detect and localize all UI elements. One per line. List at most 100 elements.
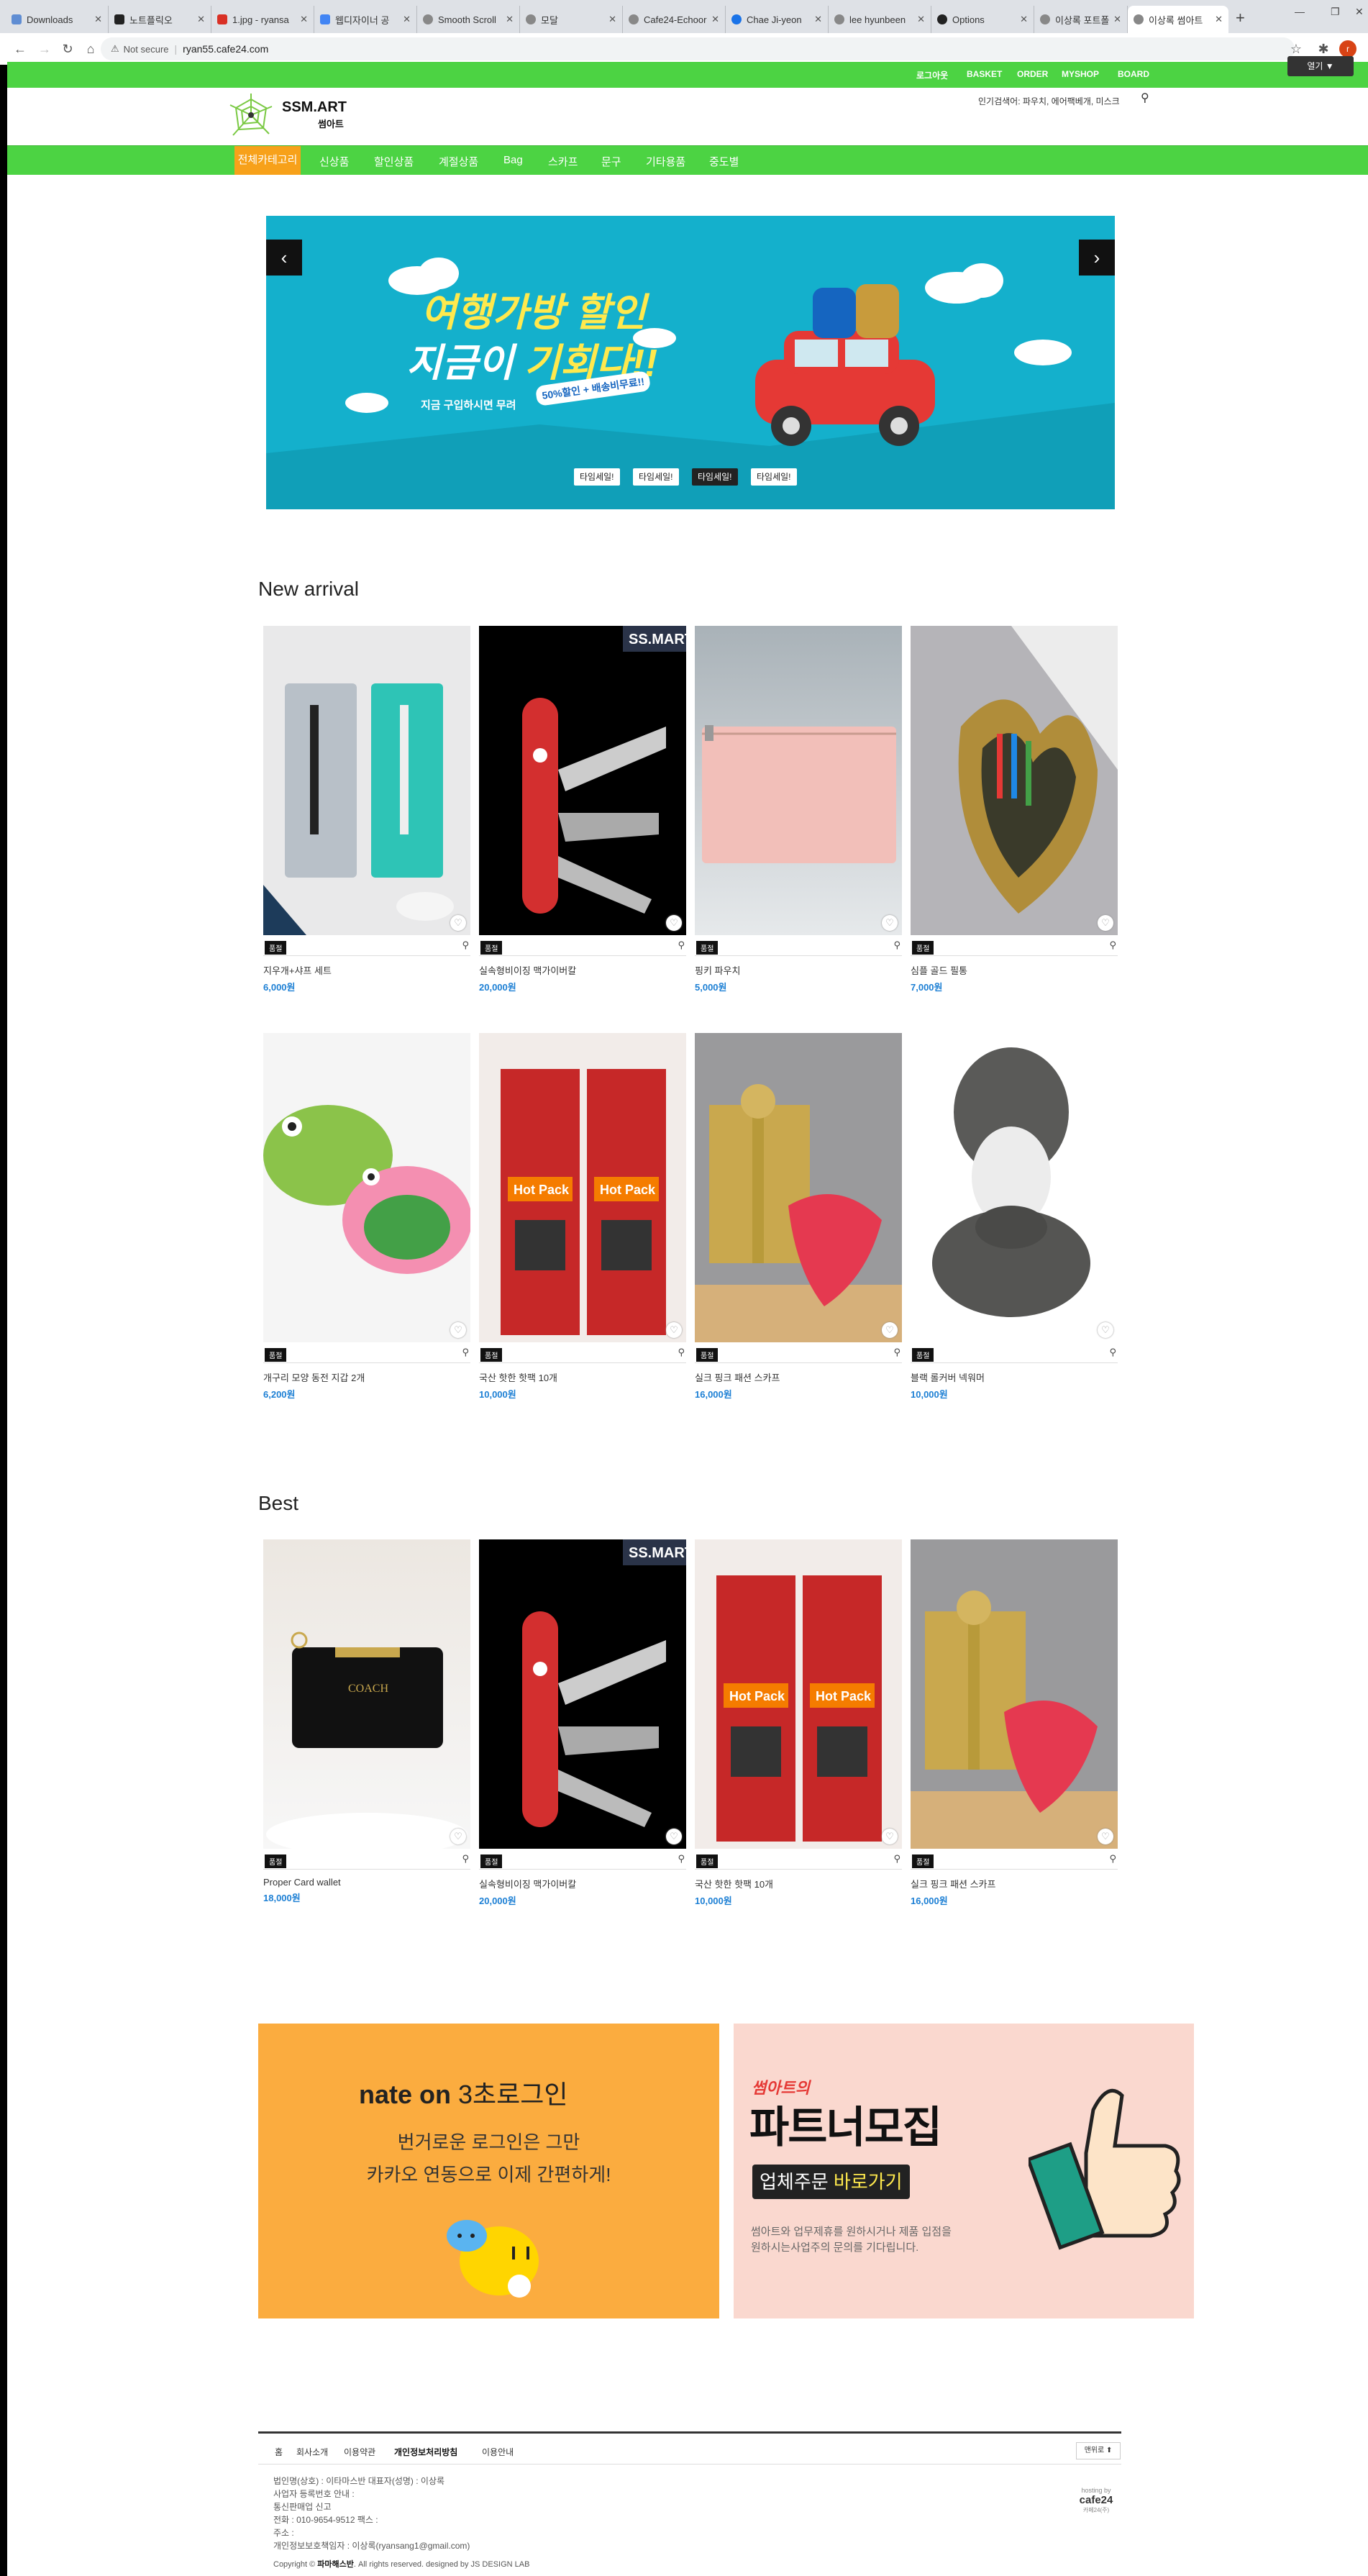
product-card[interactable]: ♡ 품절 ⚲ 지우개+샤프 세트 6,000원 — [263, 626, 470, 993]
close-icon[interactable]: ✕ — [1020, 14, 1028, 25]
logo-text[interactable]: SSM.ART — [282, 99, 347, 116]
scroll-top-button[interactable]: 맨위로 ⬆ — [1076, 2442, 1121, 2459]
back-icon[interactable]: ← — [12, 40, 29, 58]
partner-recruit-banner[interactable]: 썸아트의 파트너모집 업체주문 바로가기 썸아트와 업무제휴를 원하시거나 제품… — [734, 2024, 1194, 2318]
wishlist-heart-icon[interactable]: ♡ — [882, 1322, 898, 1338]
wishlist-heart-icon[interactable]: ♡ — [1098, 1829, 1113, 1844]
wishlist-heart-icon[interactable]: ♡ — [882, 915, 898, 931]
minimize-button[interactable]: — — [1295, 6, 1305, 17]
zoom-icon[interactable]: ⚲ — [678, 1853, 685, 1865]
wishlist-heart-icon[interactable]: ♡ — [882, 1829, 898, 1844]
banner-tab[interactable]: 타임세일! — [751, 468, 797, 486]
basket-link[interactable]: BASKET — [967, 69, 1002, 79]
nav-sale[interactable]: 할인상품 — [374, 154, 414, 169]
wishlist-heart-icon[interactable]: ♡ — [666, 1829, 682, 1844]
banner-tab-active[interactable]: 타임세일! — [692, 468, 738, 486]
myshop-link[interactable]: MYSHOP — [1062, 69, 1099, 79]
zoom-icon[interactable]: ⚲ — [893, 1853, 900, 1865]
footer-link-home[interactable]: 홈 — [275, 2446, 283, 2458]
close-icon[interactable]: ✕ — [1113, 14, 1121, 25]
close-icon[interactable]: ✕ — [300, 14, 308, 25]
product-name[interactable]: 지우개+샤프 세트 — [263, 963, 470, 977]
nav-bag[interactable]: Bag — [503, 154, 523, 166]
product-image[interactable]: ♡ — [695, 626, 902, 935]
product-name[interactable]: 실속형비이징 맥가이버칼 — [479, 1877, 686, 1890]
wishlist-heart-icon[interactable]: ♡ — [450, 915, 466, 931]
product-name[interactable]: 실크 핑크 패션 스카프 — [695, 1370, 902, 1384]
browser-tab[interactable]: 모달 ✕ — [520, 6, 623, 33]
logout-link[interactable]: 로그아웃 — [916, 69, 948, 81]
banner-tab[interactable]: 타임세일! — [574, 468, 620, 486]
close-icon[interactable]: ✕ — [814, 14, 822, 25]
product-name[interactable]: 심플 골드 필통 — [911, 963, 1118, 977]
product-name[interactable]: 개구리 모양 동전 지갑 2개 — [263, 1370, 470, 1384]
close-icon[interactable]: ✕ — [506, 14, 514, 25]
new-tab-button[interactable]: + — [1236, 9, 1245, 27]
product-name[interactable]: 국산 핫한 핫팩 10개 — [479, 1370, 686, 1384]
wishlist-heart-icon[interactable]: ♡ — [1098, 1322, 1113, 1338]
browser-tab[interactable]: 이상록 포트폴 ✕ — [1034, 6, 1128, 33]
nav-seasonal[interactable]: 계절상품 — [439, 154, 478, 169]
forward-icon[interactable]: → — [36, 40, 53, 58]
zoom-icon[interactable]: ⚲ — [1109, 939, 1116, 951]
zoom-icon[interactable]: ⚲ — [678, 939, 685, 951]
product-name[interactable]: 실크 핑크 패션 스카프 — [911, 1877, 1118, 1890]
product-image[interactable]: Hot Pack Hot Pack ♡ — [695, 1539, 902, 1849]
product-card[interactable]: ♡ 품절 ⚲ 핑키 파우치 5,000원 — [695, 626, 902, 993]
nav-all-categories[interactable]: 전체카테고리 — [234, 146, 301, 175]
product-image[interactable]: ♡ — [263, 1033, 470, 1342]
zoom-icon[interactable]: ⚲ — [462, 1347, 469, 1358]
browser-tab[interactable]: Options ✕ — [931, 6, 1034, 33]
product-card[interactable]: ♡ 품절 ⚲ 실크 핑크 패션 스카프 16,000원 — [695, 1033, 902, 1401]
product-image[interactable]: ♡ — [911, 626, 1118, 935]
nav-scarf[interactable]: 스카프 — [548, 154, 578, 169]
close-icon[interactable]: ✕ — [403, 14, 411, 25]
footer-link-terms[interactable]: 이용약관 — [344, 2446, 375, 2458]
zoom-icon[interactable]: ⚲ — [462, 1853, 469, 1865]
product-card[interactable]: SS.MART ♡ 품절 ⚲ 실속형비이징 맥가이버칼 20,000원 — [479, 626, 686, 993]
zoom-icon[interactable]: ⚲ — [893, 1347, 900, 1358]
zoom-icon[interactable]: ⚲ — [1109, 1347, 1116, 1358]
wishlist-heart-icon[interactable]: ♡ — [666, 915, 682, 931]
cafe24-hosting-logo[interactable]: hosting by cafe24 카페24(주) — [1067, 2487, 1125, 2514]
zoom-icon[interactable]: ⚲ — [1109, 1853, 1116, 1865]
product-image[interactable]: ♡ — [911, 1539, 1118, 1849]
url-input[interactable]: ⚠ Not secure | ryan55.cafe24.com — [101, 37, 1295, 60]
wishlist-heart-icon[interactable]: ♡ — [666, 1322, 682, 1338]
browser-tab[interactable]: 노트플릭오 ✕ — [109, 6, 211, 33]
browser-tab[interactable]: Cafe24-Echoor ✕ — [623, 6, 726, 33]
footer-link-about[interactable]: 회사소개 — [296, 2446, 328, 2458]
nateon-login-banner[interactable]: nate on 3초로그인 번거로운 로그인은 그만 카카오 연동으로 이제 간… — [258, 2024, 719, 2318]
footer-link-guide[interactable]: 이용안내 — [482, 2446, 514, 2458]
close-icon[interactable]: ✕ — [608, 14, 616, 25]
nav-new[interactable]: 신상품 — [319, 154, 349, 169]
product-name[interactable]: 국산 핫한 핫팩 10개 — [695, 1877, 902, 1890]
close-icon[interactable]: ✕ — [917, 14, 925, 25]
popular-search-text[interactable]: 인기검색어: 파우치, 에어팩베개, 미스크 — [978, 95, 1120, 107]
product-card[interactable]: SS.MART ♡ 품절 ⚲ 실속형비이징 맥가이버칼 20,000원 — [479, 1539, 686, 1907]
close-window-button[interactable]: ✕ — [1355, 6, 1364, 18]
board-link[interactable]: BOARD — [1118, 69, 1149, 79]
close-icon[interactable]: ✕ — [197, 14, 205, 25]
product-image[interactable]: SS.MART ♡ — [479, 626, 686, 935]
product-image[interactable]: COACH ♡ — [263, 1539, 470, 1849]
close-icon[interactable]: ✕ — [711, 14, 719, 25]
wishlist-heart-icon[interactable]: ♡ — [1098, 915, 1113, 931]
zoom-icon[interactable]: ⚲ — [462, 939, 469, 951]
product-image[interactable]: ♡ — [263, 626, 470, 935]
banner-tab[interactable]: 타임세일! — [633, 468, 679, 486]
search-icon[interactable]: ⚲ — [1141, 91, 1149, 105]
browser-tab[interactable]: lee hyunbeen ✕ — [829, 6, 931, 33]
profile-avatar[interactable]: r — [1339, 40, 1356, 58]
zoom-icon[interactable]: ⚲ — [678, 1347, 685, 1358]
order-link[interactable]: ORDER — [1017, 69, 1048, 79]
nav-used[interactable]: 중도별 — [709, 154, 739, 169]
banner-next-button[interactable]: › — [1079, 240, 1115, 276]
product-card[interactable]: ♡ 품절 ⚲ 블랙 롤커버 넥워머 10,000원 — [911, 1033, 1118, 1401]
browser-tab[interactable]: Downloads ✕ — [6, 6, 109, 33]
reload-icon[interactable]: ↻ — [59, 40, 76, 58]
browser-tab[interactable]: Smooth Scroll ✕ — [417, 6, 520, 33]
product-card[interactable]: ♡ 품절 ⚲ 실크 핑크 패션 스카프 16,000원 — [911, 1539, 1118, 1907]
wishlist-heart-icon[interactable]: ♡ — [450, 1322, 466, 1338]
product-image[interactable]: SS.MART ♡ — [479, 1539, 686, 1849]
